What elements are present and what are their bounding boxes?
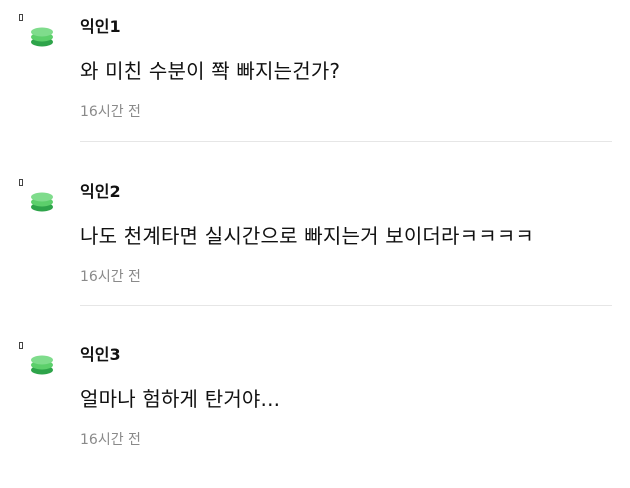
comment-author[interactable]: 익인1 bbox=[80, 13, 121, 37]
checkbox-icon bbox=[19, 179, 23, 186]
divider bbox=[80, 305, 612, 306]
checkbox-icon bbox=[19, 14, 23, 21]
comment-text: 얼마나 험하게 탄거야... bbox=[80, 387, 281, 411]
checkbox-icon bbox=[19, 342, 23, 349]
comment-item: 익인3 얼마나 험하게 탄거야... 16시간 전 bbox=[0, 328, 630, 488]
comment-time: 16시간 전 bbox=[80, 269, 141, 285]
comment-time: 16시간 전 bbox=[80, 432, 141, 448]
avatar-green-leaf-icon[interactable] bbox=[28, 354, 56, 376]
comment-author[interactable]: 익인2 bbox=[80, 178, 121, 202]
comment-text: 와 미친 수분이 쫙 빠지는건가? bbox=[80, 59, 341, 83]
comment-author[interactable]: 익인3 bbox=[80, 341, 121, 365]
avatar-green-leaf-icon[interactable] bbox=[28, 26, 56, 48]
comment-item: 익인2 나도 천계타면 실시간으로 빠지는거 보이더라ㅋㅋㅋㅋ 16시간 전 bbox=[0, 165, 630, 325]
avatar-green-leaf-icon[interactable] bbox=[28, 191, 56, 213]
comment-time: 16시간 전 bbox=[80, 104, 141, 120]
comment-text: 나도 천계타면 실시간으로 빠지는거 보이더라ㅋㅋㅋㅋ bbox=[80, 224, 535, 248]
divider bbox=[80, 141, 612, 142]
comment-item: 익인1 와 미친 수분이 쫙 빠지는건가? 16시간 전 bbox=[0, 0, 630, 160]
